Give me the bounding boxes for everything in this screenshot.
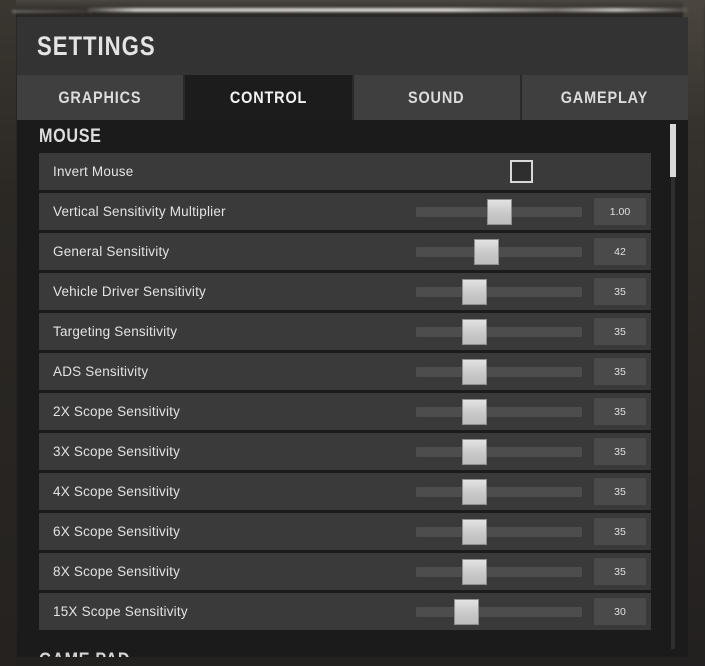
background-streak-left [12,10,92,13]
setting-label: Vertical Sensitivity Multiplier [53,204,226,219]
value-field[interactable]: 1.00 [594,198,646,225]
slider-thumb[interactable] [462,279,488,305]
slider-track[interactable] [416,367,582,377]
slider[interactable] [416,513,582,550]
background-streak [88,8,688,12]
settings-row: Targeting Sensitivity 35 [39,313,651,350]
slider-track[interactable] [416,447,582,457]
value-field[interactable]: 35 [594,478,646,505]
checkbox-invert-mouse[interactable] [510,160,533,183]
settings-row: 8X Scope Sensitivity 35 [39,553,651,590]
settings-row: General Sensitivity 42 [39,233,651,270]
tab-gameplay[interactable]: GAMEPLAY [521,75,688,120]
slider-track[interactable] [416,527,582,537]
tab-label: GRAPHICS [58,87,142,107]
slider-thumb[interactable] [453,599,479,625]
slider-thumb[interactable] [462,479,488,505]
tab-graphics[interactable]: GRAPHICS [17,75,186,120]
settings-row-list: Invert Mouse Vertical Sensitivity Multipl… [17,153,688,630]
settings-row: 15X Scope Sensitivity 30 [39,593,651,630]
slider-thumb[interactable] [462,359,488,385]
setting-label: Targeting Sensitivity [53,324,178,339]
setting-label: 15X Scope Sensitivity [53,604,188,619]
next-section-heading: GAME PAD [39,650,146,657]
slider-thumb[interactable] [462,439,488,465]
settings-panel: SETTINGS GRAPHICS CONTROL SOUND GAMEPLAY MO… [17,17,688,657]
slider[interactable] [416,433,582,470]
tab-label: GAMEPLAY [561,87,649,107]
value-field[interactable]: 42 [594,238,646,265]
slider[interactable] [416,593,582,630]
settings-row: Vehicle Driver Sensitivity 35 [39,273,651,310]
slider[interactable] [416,233,582,270]
setting-label: Vehicle Driver Sensitivity [53,284,207,299]
tab-label: SOUND [408,87,465,107]
slider[interactable] [416,353,582,390]
slider-thumb[interactable] [473,239,499,265]
settings-row: 2X Scope Sensitivity 35 [39,393,651,430]
value-field[interactable]: 35 [594,398,646,425]
value-field[interactable]: 35 [594,438,646,465]
slider-thumb[interactable] [462,519,488,545]
setting-label: Invert Mouse [53,164,134,179]
page-title: SETTINGS [37,30,156,61]
settings-content: MOUSE Invert Mouse Vertical Sensitivity Mu… [17,120,688,657]
scrollbar[interactable] [670,124,676,649]
slider-track[interactable] [416,567,582,577]
value-field[interactable]: 30 [594,598,646,625]
value-field[interactable]: 35 [594,278,646,305]
settings-row: 4X Scope Sensitivity 35 [39,473,651,510]
slider[interactable] [416,553,582,590]
next-section-heading-label: GAME PAD [39,650,130,657]
slider-track[interactable] [416,287,582,297]
setting-label: 6X Scope Sensitivity [53,524,181,539]
setting-label: 2X Scope Sensitivity [53,404,181,419]
section-heading-label: MOUSE [39,126,102,147]
value-field[interactable]: 35 [594,318,646,345]
setting-label: General Sensitivity [53,244,170,259]
slider-track[interactable] [416,607,582,617]
panel-header: SETTINGS [17,17,688,75]
slider-track[interactable] [416,247,582,257]
slider-thumb[interactable] [462,399,488,425]
setting-label: 4X Scope Sensitivity [53,484,181,499]
settings-row: ADS Sensitivity 35 [39,353,651,390]
slider-track[interactable] [416,487,582,497]
settings-row: Invert Mouse [39,153,651,190]
tab-sound[interactable]: SOUND [353,75,522,120]
value-field[interactable]: 35 [594,518,646,545]
slider-thumb[interactable] [462,319,488,345]
tab-bar: GRAPHICS CONTROL SOUND GAMEPLAY [17,75,688,120]
settings-row: 3X Scope Sensitivity 35 [39,433,651,470]
tab-label: CONTROL [229,87,308,107]
section-heading-mouse: MOUSE [17,120,688,153]
setting-label: 8X Scope Sensitivity [53,564,181,579]
slider[interactable] [416,273,582,310]
slider[interactable] [416,193,582,230]
slider[interactable] [416,313,582,350]
slider[interactable] [416,473,582,510]
tab-control[interactable]: CONTROL [185,75,354,120]
slider-track[interactable] [416,407,582,417]
slider-thumb[interactable] [487,199,512,225]
settings-row: Vertical Sensitivity Multiplier 1.00 [39,193,651,230]
value-field[interactable]: 35 [594,358,646,385]
scrollbar-thumb[interactable] [670,124,676,177]
value-field[interactable]: 35 [594,558,646,585]
background-left-edge [0,0,16,666]
setting-label: ADS Sensitivity [53,364,149,379]
setting-label: 3X Scope Sensitivity [53,444,181,459]
slider[interactable] [416,393,582,430]
slider-thumb[interactable] [462,559,488,585]
settings-row: 6X Scope Sensitivity 35 [39,513,651,550]
slider-track[interactable] [416,327,582,337]
